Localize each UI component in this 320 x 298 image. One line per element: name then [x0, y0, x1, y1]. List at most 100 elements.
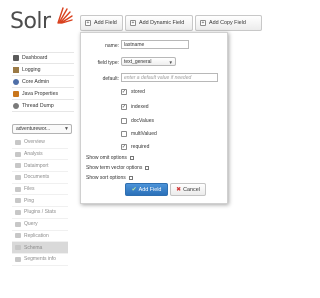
replication-icon — [15, 233, 21, 239]
core-item-schema[interactable]: Schema — [12, 242, 68, 254]
required-label: required — [131, 144, 150, 150]
add-dynamic-field-button[interactable]: + Add Dynamic Field — [125, 15, 193, 31]
expand-icon — [128, 176, 133, 180]
core-admin-icon — [13, 78, 19, 85]
solr-logo[interactable]: Solr — [10, 6, 76, 40]
multivalued-option[interactable]: multiValued — [121, 130, 157, 138]
thread-dump-icon — [13, 102, 19, 109]
schema-icon — [15, 245, 21, 251]
core-item-label: Files — [24, 186, 35, 193]
core-item-ping[interactable]: Ping — [12, 195, 68, 208]
core-item-replication[interactable]: Replication — [12, 231, 68, 243]
core-item-dataimport[interactable]: Dataimport — [12, 160, 68, 173]
dataimport-icon — [15, 163, 21, 169]
multivalued-label: multiValued — [131, 131, 157, 137]
stored-option[interactable]: ✓ stored — [121, 88, 145, 96]
chevron-down-icon: ▼ — [168, 59, 173, 65]
chevron-down-icon: ▼ — [64, 126, 69, 132]
sidebar-item-java-properties[interactable]: Java Properties — [12, 88, 74, 100]
sidebar-item-logging[interactable]: Logging — [12, 64, 74, 76]
core-item-query[interactable]: Query — [12, 219, 68, 231]
show-term-vector-options-toggle[interactable]: Show term vector options — [86, 164, 150, 172]
expand-icon — [145, 166, 150, 170]
sidebar-item-dashboard[interactable]: Dashboard — [12, 52, 74, 64]
documents-icon — [15, 174, 21, 180]
default-input[interactable]: enter a default value if needed — [121, 73, 218, 82]
cancel-label: Cancel — [183, 186, 200, 193]
logging-icon — [13, 66, 19, 73]
name-input[interactable]: lastname — [121, 40, 189, 49]
core-item-label: Query — [24, 221, 38, 228]
core-selector-value: adventurewor... — [16, 126, 51, 132]
field-type-label: field type: — [97, 60, 119, 66]
add-field-button[interactable]: + Add Field — [80, 15, 123, 31]
required-option[interactable]: ✓ required — [121, 143, 149, 151]
core-item-label: Overview — [24, 139, 45, 146]
field-type-select[interactable]: text_general ▼ — [121, 57, 176, 66]
query-icon — [15, 221, 21, 227]
sidebar-item-thread-dump[interactable]: Thread Dump — [12, 100, 74, 112]
core-item-files[interactable]: Files — [12, 184, 68, 196]
show-term-vector-options-label: Show term vector options — [86, 165, 143, 171]
ping-icon — [15, 198, 21, 204]
add-dynamic-field-label: Add Dynamic Field — [139, 20, 185, 26]
docvalues-label: docValues — [131, 118, 154, 124]
show-omit-options-label: Show omit options — [86, 155, 127, 161]
core-selector[interactable]: adventurewor... ▼ — [12, 124, 72, 134]
plus-icon: + — [85, 19, 91, 26]
stored-checkbox[interactable]: ✓ — [121, 89, 127, 95]
show-omit-options-toggle[interactable]: Show omit options — [86, 154, 134, 162]
show-sort-options-label: Show sort options — [86, 175, 126, 181]
sidebar-item-label: Dashboard — [22, 55, 48, 61]
schema-toolbar: + Add Field + Add Dynamic Field + Add Co… — [80, 15, 320, 31]
core-item-label: Plugins / Stats — [24, 209, 56, 216]
required-checkbox[interactable]: ✓ — [121, 144, 127, 150]
add-field-label: Add Field — [94, 20, 117, 26]
indexed-checkbox[interactable]: ✓ — [121, 104, 127, 110]
add-field-submit-label: Add Field — [138, 186, 162, 193]
sidebar-item-core-admin[interactable]: Core Admin — [12, 76, 74, 88]
checkmark-icon: ✔ — [131, 187, 137, 193]
analysis-icon — [15, 151, 21, 157]
indexed-option[interactable]: ✓ indexed — [121, 103, 149, 111]
main-navigation: Dashboard Logging Core Admin Java Proper… — [12, 52, 74, 112]
expand-icon — [129, 156, 134, 160]
segments-icon — [15, 256, 21, 262]
core-navigation: Overview Analysis Dataimport Documents F… — [12, 137, 68, 266]
core-item-label: Segments info — [24, 256, 56, 263]
core-item-overview[interactable]: Overview — [12, 137, 68, 149]
plus-icon: + — [130, 19, 136, 26]
cancel-button[interactable]: ✖ Cancel — [170, 183, 206, 196]
overview-icon — [15, 139, 21, 145]
docvalues-option[interactable]: docValues — [121, 117, 154, 125]
add-field-submit-button[interactable]: ✔ Add Field — [125, 183, 168, 196]
sidebar-item-label: Core Admin — [22, 78, 50, 85]
core-item-documents[interactable]: Documents — [12, 172, 68, 184]
core-item-label: Documents — [24, 174, 50, 181]
add-copy-field-button[interactable]: + Add Copy Field — [195, 15, 262, 31]
core-item-segments-info[interactable]: Segments info — [12, 254, 68, 266]
dashboard-icon — [13, 55, 19, 61]
core-item-label: Replication — [24, 232, 49, 239]
core-item-label: Analysis — [24, 151, 43, 158]
add-copy-field-label: Add Copy Field — [209, 20, 246, 26]
field-type-value: text_general — [124, 58, 152, 65]
name-label: name: — [105, 43, 119, 49]
core-item-label: Dataimport — [24, 162, 49, 169]
core-item-label: Schema — [24, 244, 43, 251]
add-field-dialog: name: lastname field type: text_general … — [80, 32, 228, 204]
logo-sun-icon — [57, 7, 73, 24]
sidebar-item-label: Java Properties — [22, 90, 59, 97]
sidebar-item-label: Logging — [22, 66, 41, 73]
docvalues-checkbox[interactable] — [121, 118, 127, 124]
logo-text: Solr — [10, 9, 51, 34]
core-item-analysis[interactable]: Analysis — [12, 149, 68, 161]
stored-label: stored — [131, 89, 145, 95]
plus-icon: + — [200, 19, 206, 26]
java-properties-icon — [13, 90, 19, 97]
show-sort-options-toggle[interactable]: Show sort options — [86, 174, 133, 182]
multivalued-checkbox[interactable] — [121, 131, 127, 137]
core-item-plugins-stats[interactable]: Plugins / Stats — [12, 207, 68, 219]
close-icon: ✖ — [176, 187, 182, 193]
core-item-label: Ping — [24, 197, 35, 204]
